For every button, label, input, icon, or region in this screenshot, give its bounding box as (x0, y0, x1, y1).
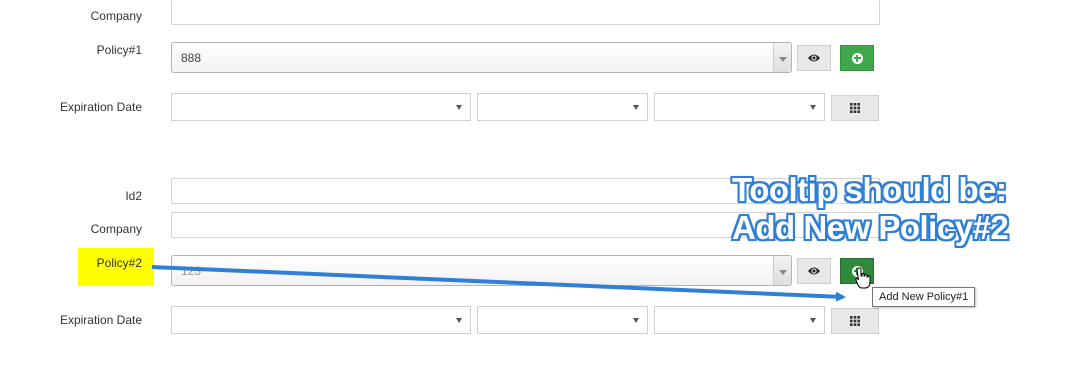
company-label-2: Company (90, 222, 142, 236)
policy-select-2[interactable]: 123 (171, 255, 792, 286)
annotation-line-2: Add New Policy#2 (732, 209, 1009, 246)
grid-calendar-icon (850, 103, 860, 113)
add-policy-button-1[interactable] (840, 45, 874, 71)
policy-value-1: 888 (181, 51, 202, 65)
company-input-1[interactable] (171, 0, 880, 25)
view-policy-button-2[interactable] (797, 258, 831, 284)
chevron-down-icon[interactable] (773, 43, 791, 72)
add-policy-button-2[interactable] (840, 258, 874, 284)
policy-label-1: Policy#1 (96, 43, 142, 57)
expiration-year-1[interactable] (654, 93, 825, 121)
calendar-button-1[interactable] (831, 95, 879, 121)
eye-icon (808, 267, 820, 275)
eye-icon (808, 54, 820, 62)
expiration-year-2[interactable] (654, 306, 825, 334)
calendar-button-2[interactable] (831, 308, 879, 334)
policy-label-2: Policy#2 (96, 256, 142, 270)
view-policy-button-1[interactable] (797, 45, 831, 71)
policy-value-2: 123 (181, 264, 202, 278)
expiration-label-2: Expiration Date (59, 313, 142, 327)
annotation-line-1: Tooltip should be: (732, 171, 1007, 208)
expiration-day-2[interactable] (477, 306, 648, 334)
plus-circle-icon (851, 265, 863, 277)
chevron-down-icon[interactable] (773, 256, 791, 285)
expiration-month-1[interactable] (171, 93, 471, 121)
tooltip: Add New Policy#1 (872, 287, 976, 307)
company-label-1: Company (90, 9, 142, 23)
expiration-day-1[interactable] (477, 93, 648, 121)
expiration-month-2[interactable] (171, 306, 471, 334)
id2-label: Id2 (125, 189, 142, 203)
grid-calendar-icon (850, 316, 860, 326)
plus-circle-icon (851, 52, 863, 64)
policy-select-1[interactable]: 888 (171, 42, 792, 73)
expiration-label-1: Expiration Date (59, 100, 142, 114)
